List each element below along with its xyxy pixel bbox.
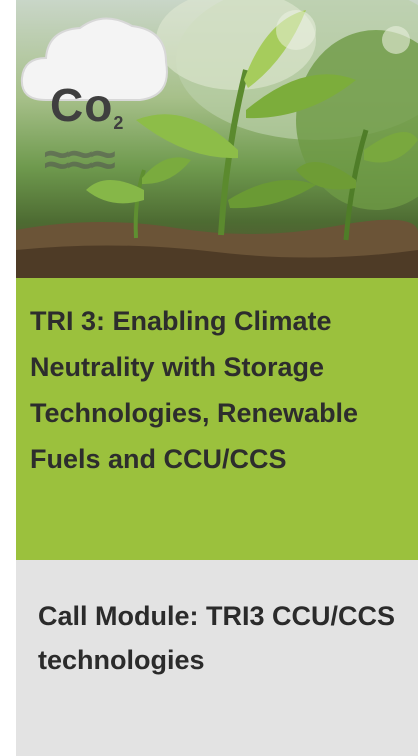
smoke-decoration: ≈≈≈ xyxy=(44,133,116,185)
co2-label: Co2 xyxy=(50,79,125,133)
module-title[interactable]: Call Module: TRI3 CCU/CCS technologies xyxy=(38,594,410,682)
theme-panel: TRI 3: Enabling Climate Neutrality with … xyxy=(16,278,418,560)
module-panel: Call Module: TRI3 CCU/CCS technologies xyxy=(16,560,418,756)
call-module-card[interactable]: Co2 ≈≈≈ TRI 3: Enabling Climate Neutrali… xyxy=(16,0,418,756)
hero-image: Co2 ≈≈≈ xyxy=(16,0,418,278)
theme-title: TRI 3: Enabling Climate Neutrality with … xyxy=(30,306,359,474)
